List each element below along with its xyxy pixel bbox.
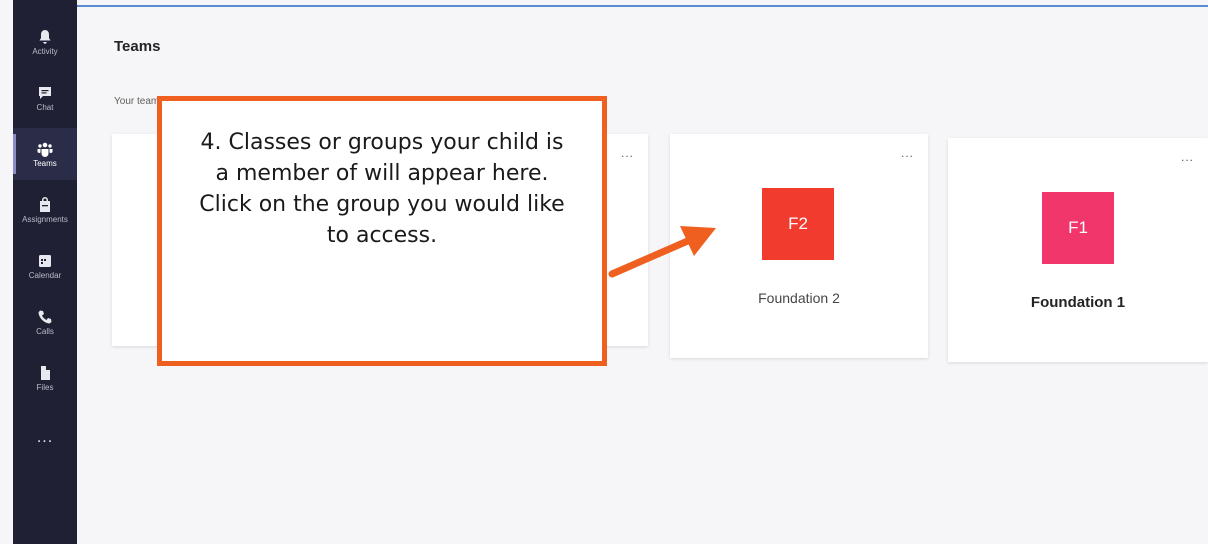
rail-item-teams[interactable]: Teams [13, 128, 77, 180]
more-apps-button[interactable]: ... [13, 412, 77, 464]
rail-item-files[interactable]: Files [13, 352, 77, 404]
bell-icon [39, 29, 51, 44]
more-options-icon[interactable]: ... [621, 146, 634, 160]
rail-label: Activity [32, 46, 58, 56]
phone-icon [38, 310, 52, 323]
rail-label: Calls [36, 326, 54, 336]
teams-icon [37, 142, 53, 157]
rail-label: Teams [33, 158, 57, 168]
top-divider [77, 5, 1208, 7]
rail-label: Chat [36, 102, 54, 112]
calendar-icon [39, 254, 51, 267]
team-name: Foundation 1 [1030, 294, 1126, 311]
file-icon [41, 365, 50, 380]
page-title: Teams [114, 38, 161, 55]
assignments-icon [40, 196, 50, 212]
rail-label: Assignments [22, 214, 68, 224]
rail-item-chat[interactable]: Chat [13, 72, 77, 124]
instruction-callout: 4. Classes or groups your child is a mem… [157, 96, 607, 366]
rail-item-calls[interactable]: Calls [13, 296, 77, 348]
callout-text: 4. Classes or groups your child is a mem… [199, 130, 565, 248]
more-icon: ... [36, 429, 54, 446]
app-rail: Activity Chat Teams Assignments Calendar… [13, 0, 77, 544]
team-card-foundation-2[interactable]: ... F2 Foundation 2 [670, 134, 928, 358]
team-card-foundation-1[interactable]: ... F1 Foundation 1 [948, 138, 1208, 362]
team-name: Foundation 2 [758, 290, 840, 306]
team-avatar-tile: F2 [762, 188, 834, 260]
team-avatar-tile: F1 [1042, 192, 1114, 264]
rail-label: Files [36, 382, 54, 392]
rail-label: Calendar [28, 270, 62, 280]
more-options-icon[interactable]: ... [1181, 150, 1194, 164]
chat-icon [39, 86, 51, 99]
rail-item-activity[interactable]: Activity [13, 16, 77, 68]
rail-item-calendar[interactable]: Calendar [13, 240, 77, 292]
rail-item-assignments[interactable]: Assignments [13, 184, 77, 236]
more-options-icon[interactable]: ... [901, 146, 914, 160]
